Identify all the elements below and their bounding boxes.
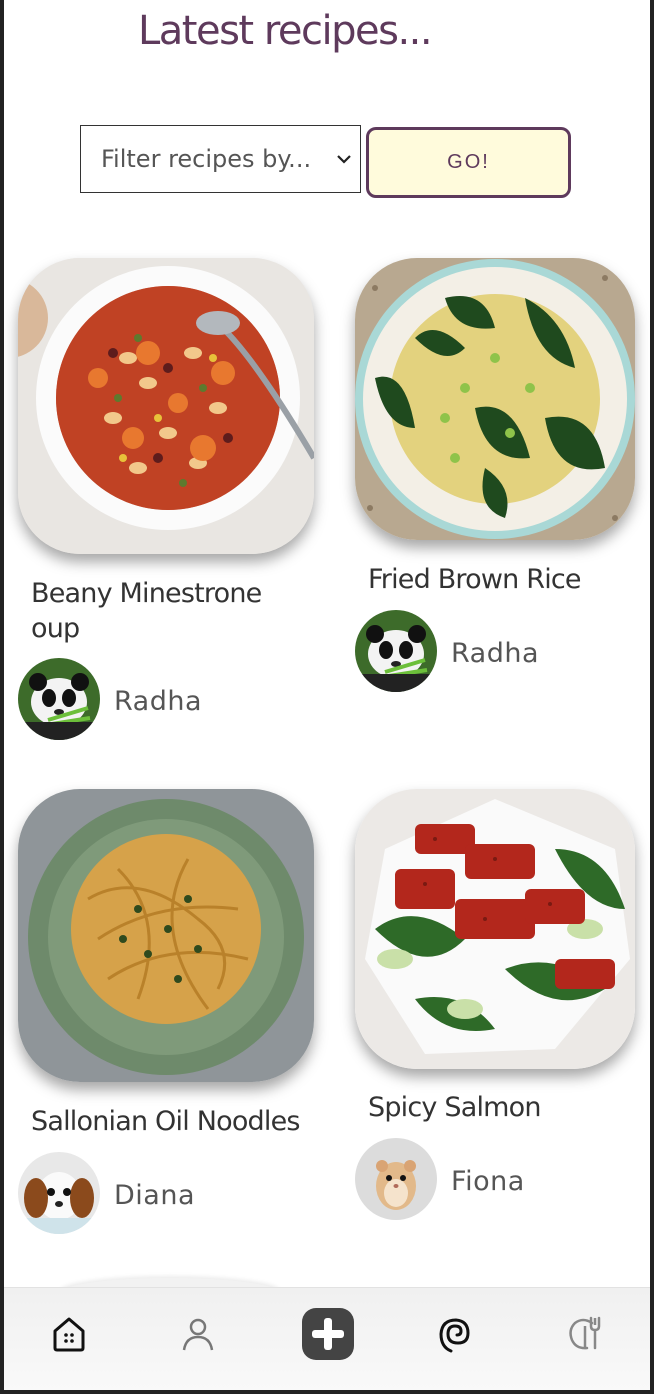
avatar <box>355 1138 437 1220</box>
bottom-nav <box>4 1287 650 1390</box>
recipe-photo-fried-rice[interactable] <box>355 258 635 540</box>
profile-icon[interactable] <box>170 1306 226 1362</box>
recipe-photo-noodles[interactable] <box>18 789 314 1082</box>
chevron-down-icon <box>336 148 352 172</box>
recipe-photo-salmon[interactable] <box>355 789 635 1069</box>
chef-icon[interactable] <box>557 1306 613 1362</box>
add-icon[interactable] <box>300 1306 356 1362</box>
filter-select-value: Filter recipes by... <box>101 145 312 173</box>
go-button[interactable]: GO! <box>366 127 571 198</box>
recipe-author: Diana <box>114 1180 195 1211</box>
recipe-author: Fiona <box>451 1166 525 1197</box>
filter-select[interactable]: Filter recipes by... <box>80 125 361 193</box>
home-icon[interactable] <box>41 1306 97 1362</box>
recipe-name[interactable]: Spicy Salmon <box>368 1090 628 1125</box>
spiral-icon[interactable] <box>429 1306 485 1362</box>
recipe-photo-minestrone[interactable] <box>18 258 314 554</box>
recipe-name[interactable]: Beany Minestrone oup <box>31 576 271 646</box>
page-title: Latest recipes... <box>138 8 433 54</box>
avatar <box>18 1152 100 1234</box>
avatar <box>355 610 437 692</box>
recipe-author: Radha <box>114 686 203 717</box>
recipe-author: Radha <box>451 638 540 669</box>
recipe-name[interactable]: Fried Brown Rice <box>368 562 628 597</box>
avatar <box>18 658 100 740</box>
recipe-name[interactable]: Sallonian Oil Noodles <box>31 1104 321 1139</box>
